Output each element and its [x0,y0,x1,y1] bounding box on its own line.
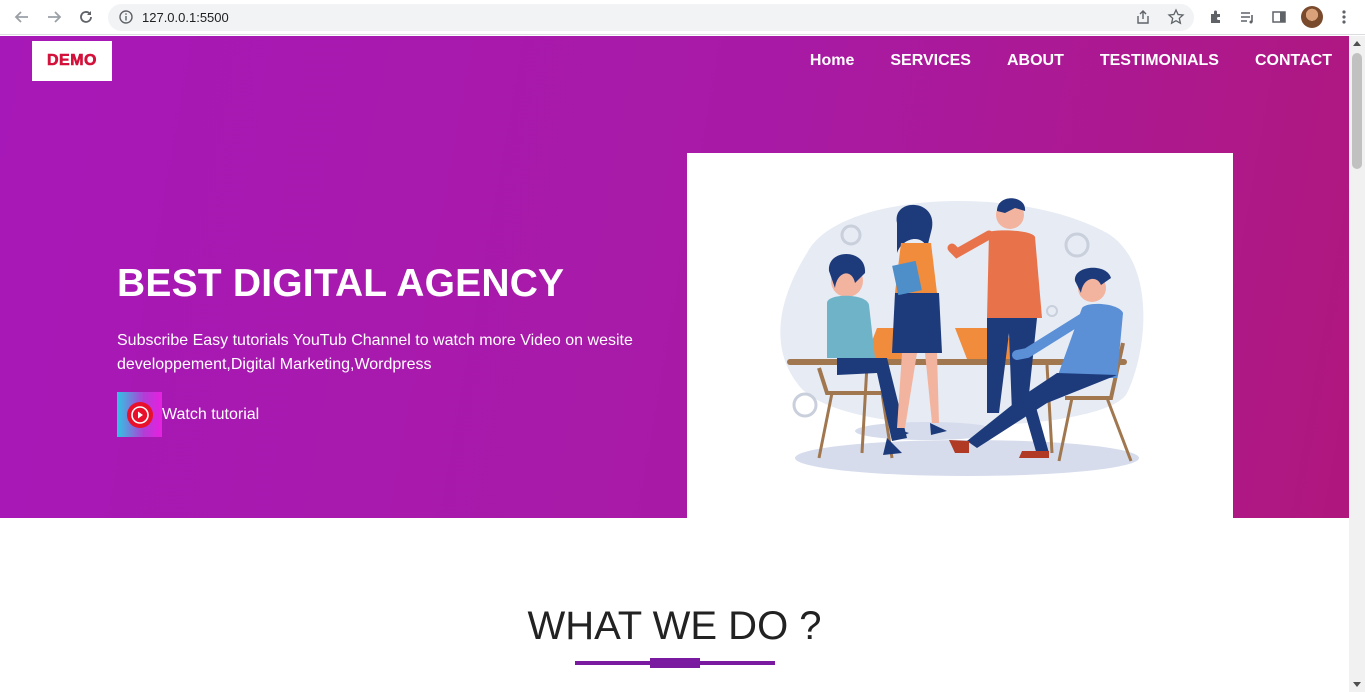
nav-home[interactable]: Home [810,52,854,70]
site-info-icon[interactable] [119,10,133,29]
url-text: 127.0.0.1:5500 [142,10,229,25]
watch-tutorial-label: Watch tutorial [162,405,260,423]
reload-icon[interactable] [74,6,98,28]
hero-section: DEMO Home SERVICES ABOUT TESTIMONIALS CO… [0,36,1349,518]
scroll-up-icon[interactable] [1353,41,1361,46]
hero-title: BEST DIGITAL AGENCY [117,262,565,305]
hero-description: Subscribe Easy tutorials YouTub Channel … [117,332,633,373]
nav-testimonials[interactable]: TESTIMONIALS [1100,52,1219,70]
browser-toolbar: 127.0.0.1:5500 [0,0,1365,35]
scrollbar-thumb[interactable] [1352,53,1362,169]
profile-avatar[interactable] [1301,6,1323,28]
menu-kebab-icon[interactable] [1333,6,1355,28]
main-nav: Home SERVICES ABOUT TESTIMONIALS CONTACT [774,52,1332,70]
extensions-icon[interactable] [1205,6,1227,28]
forward-icon[interactable] [42,6,66,28]
watch-tutorial-button[interactable]: Watch tutorial [117,392,259,437]
nav-contact[interactable]: CONTACT [1255,52,1332,70]
team-illustration [687,153,1233,518]
side-panel-icon[interactable] [1268,6,1290,28]
share-icon[interactable] [1135,9,1151,30]
reading-list-icon[interactable] [1236,6,1258,28]
nav-services[interactable]: SERVICES [890,52,971,70]
heading-underline-accent [650,658,700,668]
site-logo[interactable]: DEMO [32,41,112,81]
back-icon[interactable] [10,6,34,28]
bookmark-star-icon[interactable] [1167,8,1185,31]
logo-text: DEMO [47,52,97,70]
address-bar[interactable]: 127.0.0.1:5500 [108,4,1194,31]
nav-about[interactable]: ABOUT [1007,52,1064,70]
scroll-down-icon[interactable] [1353,682,1361,687]
page-viewport: DEMO Home SERVICES ABOUT TESTIMONIALS CO… [0,36,1349,692]
section-heading: WHAT WE DO ? [527,604,822,648]
vertical-scrollbar[interactable] [1349,36,1365,692]
play-icon [117,392,162,437]
